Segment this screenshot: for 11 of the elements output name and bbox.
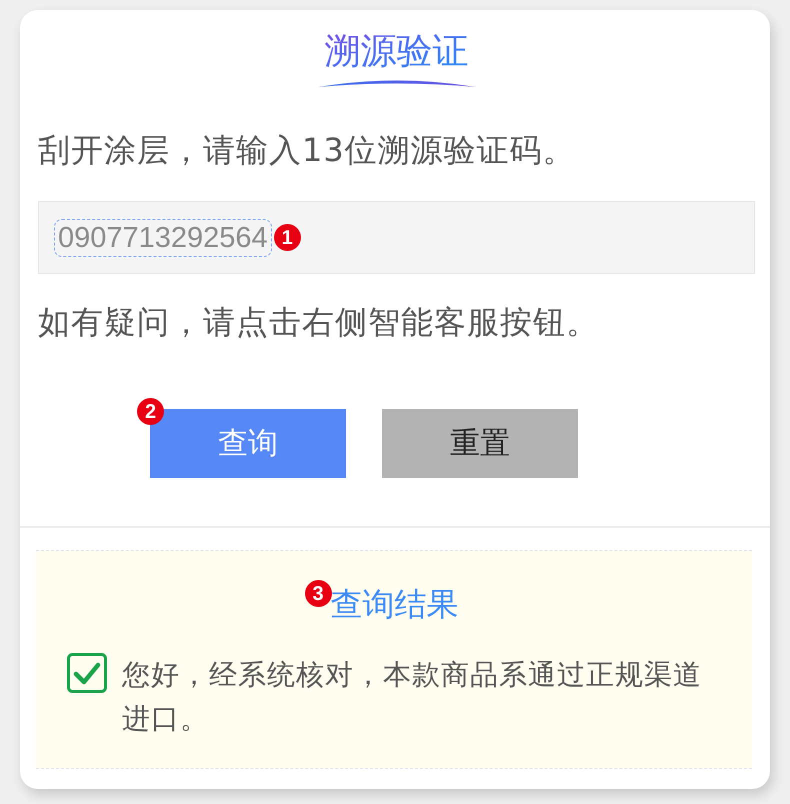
result-title: 查询结果 [330,585,458,623]
code-value: 0907713292564 [54,218,272,256]
number-badge: 3 [304,580,332,607]
help-text: 如有疑问，请点击右侧智能客服按钮。 [38,302,600,343]
result-message: 您好，经系统核对，本款商品系通过正规渠道进口。 [122,657,703,737]
underline-arc-icon [318,78,476,88]
code-input-field[interactable]: 0907713292564 1 [38,201,755,274]
number-badge: 2 [137,398,164,425]
instruction-text: 刮开涂层，请输入13位溯源验证码。 [38,130,577,171]
number-badge: 1 [274,224,301,251]
reset-button[interactable]: 重置 [382,409,578,478]
